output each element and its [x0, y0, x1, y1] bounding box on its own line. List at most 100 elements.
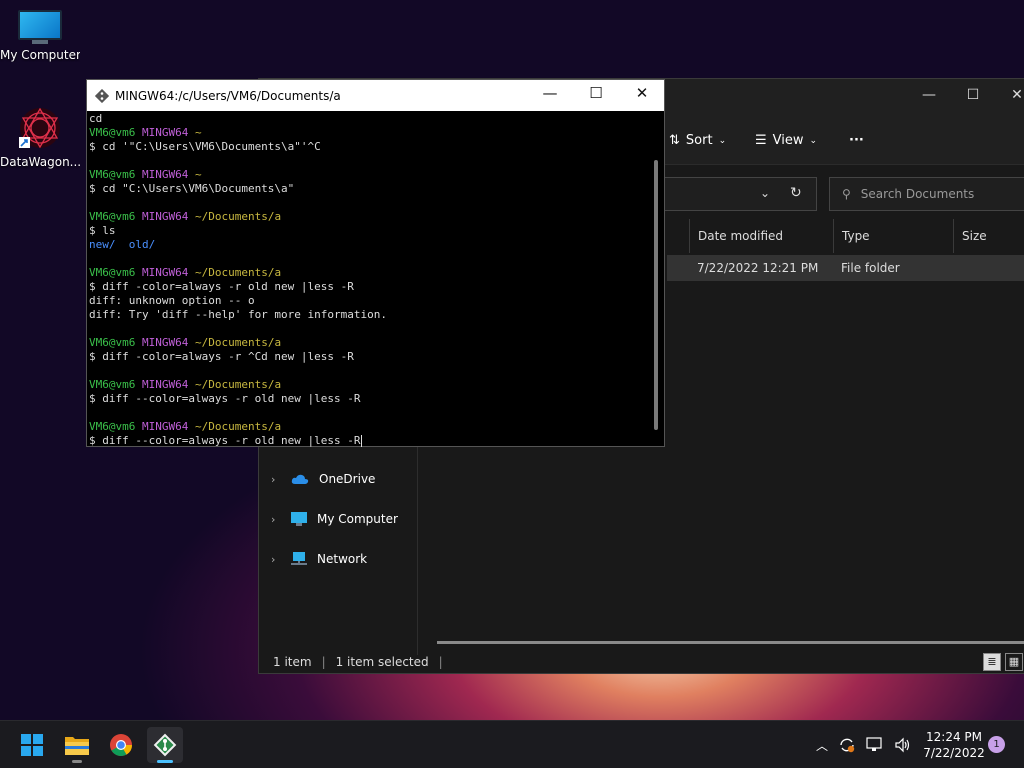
- selected-count: 1 item selected: [335, 655, 429, 669]
- terminal-line: VM6@vm6 MINGW64 ~/Documents/a: [89, 336, 664, 350]
- more-options-button[interactable]: ···: [849, 133, 864, 148]
- terminal-text: MINGW64: [141, 336, 195, 349]
- view-label: View: [772, 133, 804, 148]
- view-icon: ☰: [755, 133, 767, 148]
- desktop-icon-my-computer[interactable]: My Computer: [0, 10, 80, 62]
- terminal-text: ~/Documents/a: [194, 336, 282, 349]
- terminal-text: MINGW64: [141, 420, 195, 433]
- nav-item-label: OneDrive: [319, 472, 376, 486]
- network-status-icon[interactable]: [866, 737, 884, 753]
- nav-item-my-computer[interactable]: › My Computer: [259, 499, 417, 539]
- terminal-text: $ diff --color=always -r old new |less -…: [89, 434, 361, 447]
- terminal-line: VM6@vm6 MINGW64 ~/Documents/a: [89, 378, 664, 392]
- chevron-right-icon[interactable]: ›: [271, 473, 281, 486]
- nav-item-label: Network: [317, 552, 368, 566]
- column-header-size[interactable]: Size: [953, 219, 1024, 253]
- sort-label: Sort: [685, 133, 713, 148]
- column-header-type[interactable]: Type: [833, 219, 953, 253]
- network-icon: [291, 552, 307, 565]
- terminal-text: VM6@vm6: [89, 420, 142, 433]
- notification-badge[interactable]: 1: [988, 736, 1005, 753]
- terminal-text: ~/Documents/a: [194, 266, 282, 279]
- volume-icon[interactable]: [894, 737, 912, 753]
- nav-item-network[interactable]: › Network: [259, 539, 417, 579]
- chrome-icon: [110, 734, 132, 756]
- computer-icon: [18, 10, 62, 44]
- terminal-scrollbar[interactable]: [654, 160, 658, 430]
- terminal-line: $ cd '"C:\Users\VM6\Documents\a"'^C: [89, 140, 664, 154]
- terminal-line: $ diff -color=always -r ^Cd new |less -R: [89, 350, 664, 364]
- file-row[interactable]: 7/22/2022 12:21 PM File folder: [667, 255, 1024, 281]
- sort-button[interactable]: ⇅ Sort ⌄: [669, 133, 726, 148]
- git-icon: [95, 88, 109, 103]
- terminal-line: new/ old/: [89, 238, 664, 252]
- terminal-line: diff: Try 'diff --help' for more informa…: [89, 308, 664, 322]
- terminal-line: $ diff -color=always -r old new |less -R: [89, 280, 664, 294]
- close-button[interactable]: ✕: [995, 87, 1024, 103]
- search-icon: ⚲: [842, 187, 851, 201]
- taskbar-clock[interactable]: 12:24 PM 7/22/2022: [920, 729, 988, 761]
- terminal-line: VM6@vm6 MINGW64 ~: [89, 126, 664, 140]
- desktop-icon-datawagon[interactable]: DataWagon...: [0, 105, 80, 169]
- git-icon: [153, 733, 177, 757]
- layout-toggle: ≣ ▦: [983, 653, 1023, 671]
- terminal-text: ~: [194, 168, 202, 181]
- address-bar[interactable]: ⌄ ↻: [659, 177, 817, 211]
- minimize-button[interactable]: —: [527, 84, 573, 102]
- terminal-line: $ ls: [89, 224, 664, 238]
- terminal-window[interactable]: MINGW64:/c/Users/VM6/Documents/a — ☐ ✕ c…: [86, 79, 665, 447]
- status-separator: |: [438, 655, 443, 669]
- search-placeholder: Search Documents: [860, 187, 975, 201]
- chevron-down-icon: ⌄: [718, 135, 727, 146]
- terminal-text: MINGW64: [141, 378, 195, 391]
- terminal-text: MINGW64: [141, 210, 195, 223]
- refresh-icon[interactable]: ↻: [790, 185, 802, 201]
- chevron-up-icon[interactable]: ︿: [816, 737, 828, 754]
- maximize-button[interactable]: ☐: [951, 87, 995, 103]
- chevron-right-icon[interactable]: ›: [271, 513, 281, 526]
- terminal-text: $ diff -color=always -r old new |less -R: [89, 280, 354, 293]
- windows-logo-icon: [21, 734, 43, 756]
- details-view-icon[interactable]: ≣: [983, 653, 1001, 671]
- terminal-line: VM6@vm6 MINGW64 ~/Documents/a: [89, 420, 664, 434]
- terminal-text: MINGW64: [141, 126, 195, 139]
- terminal-text: MINGW64: [141, 266, 195, 279]
- chrome-app[interactable]: [103, 727, 139, 763]
- search-input[interactable]: ⚲ Search Documents: [829, 177, 1024, 211]
- terminal-titlebar[interactable]: MINGW64:/c/Users/VM6/Documents/a — ☐ ✕: [87, 80, 664, 111]
- sync-icon[interactable]: [838, 736, 856, 754]
- chevron-down-icon[interactable]: ⌄: [760, 186, 770, 200]
- terminal-line: VM6@vm6 MINGW64 ~/Documents/a: [89, 210, 664, 224]
- nav-item-onedrive[interactable]: › OneDrive: [259, 459, 417, 499]
- file-explorer-app[interactable]: [59, 727, 95, 763]
- system-tray: ︿: [816, 721, 912, 768]
- terminal-text: old/: [128, 238, 156, 251]
- chevron-right-icon[interactable]: ›: [271, 553, 281, 566]
- terminal-line: $ diff --color=always -r old new |less -…: [89, 434, 664, 448]
- tiles-view-icon[interactable]: ▦: [1005, 653, 1023, 671]
- column-header-date[interactable]: Date modified: [689, 219, 835, 253]
- minimize-button[interactable]: —: [907, 87, 951, 103]
- terminal-text: VM6@vm6: [89, 378, 142, 391]
- view-button[interactable]: ☰ View ⌄: [755, 133, 817, 148]
- running-indicator: [157, 760, 173, 763]
- start-button[interactable]: [14, 727, 50, 763]
- terminal-text: VM6@vm6: [89, 266, 142, 279]
- clock-date: 7/22/2022: [923, 746, 985, 760]
- terminal-output[interactable]: cd VM6@vm6 MINGW64 ~ $ cd '"C:\Users\VM6\D…: [87, 111, 664, 448]
- taskbar: ︿ 12:24 PM 7/22/2022 1: [0, 720, 1024, 768]
- status-separator: |: [321, 655, 326, 669]
- terminal-text: ~/Documents/a: [194, 420, 282, 433]
- git-bash-app[interactable]: [147, 727, 183, 763]
- terminal-text: ~/Documents/a: [194, 210, 282, 223]
- nav-pane-divider: [417, 445, 418, 655]
- horizontal-scrollbar[interactable]: [437, 641, 1024, 644]
- maximize-button[interactable]: ☐: [573, 84, 619, 102]
- desktop-icon-label: DataWagon...: [0, 155, 80, 169]
- close-button[interactable]: ✕: [619, 84, 665, 102]
